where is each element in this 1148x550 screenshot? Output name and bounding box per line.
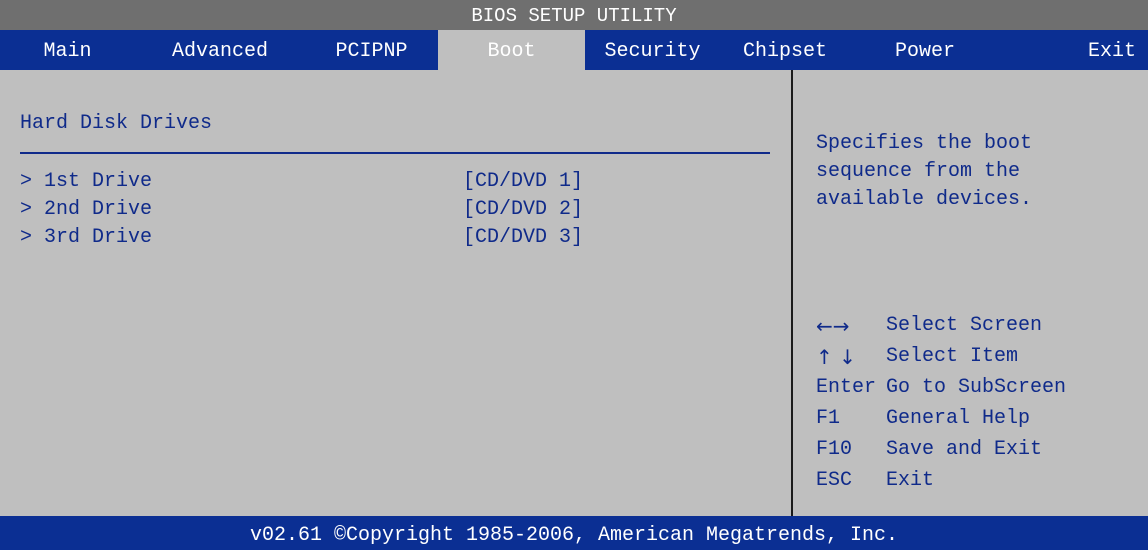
tab-pcipnp[interactable]: PCIPNP	[305, 30, 438, 70]
drive-row-3rd[interactable]: > 3rd Drive [CD/DVD 3]	[20, 226, 740, 254]
key-desc: Go to SubScreen	[886, 376, 1067, 399]
help-text: Specifies the boot sequence from the ava…	[816, 130, 1136, 214]
title-bar: BIOS SETUP UTILITY	[0, 0, 1148, 30]
section-title: Hard Disk Drives	[20, 112, 213, 135]
key-name: ESC	[816, 469, 853, 492]
tab-power[interactable]: Power	[850, 30, 1000, 70]
key-desc: General Help	[886, 407, 1031, 430]
settings-panel: Hard Disk Drives > 1st Drive [CD/DVD 1] …	[0, 70, 790, 516]
drive-label: > 1st Drive	[20, 170, 153, 193]
key-desc: Exit	[886, 469, 935, 492]
key-row-enter: Enter Go to SubScreen	[816, 376, 1146, 407]
tab-advanced[interactable]: Advanced	[135, 30, 305, 70]
tab-exit[interactable]: Exit	[1000, 30, 1148, 70]
panel-divider	[791, 70, 793, 516]
help-line: sequence from the	[816, 160, 1021, 183]
drive-label: > 2nd Drive	[20, 198, 153, 221]
drive-row-2nd[interactable]: > 2nd Drive [CD/DVD 2]	[20, 198, 740, 226]
tab-main[interactable]: Main	[0, 30, 135, 70]
key-name: Enter	[816, 376, 877, 399]
key-row-select-screen: ←→ Select Screen	[816, 314, 1146, 345]
section-divider	[20, 152, 770, 154]
copyright-footer: v02.61 ©Copyright 1985-2006, American Me…	[0, 516, 1148, 550]
tab-chipset[interactable]: Chipset	[720, 30, 850, 70]
key-row-f1: F1 General Help	[816, 407, 1146, 438]
drive-value: [CD/DVD 2]	[463, 198, 584, 221]
tab-security[interactable]: Security	[585, 30, 720, 70]
up-down-arrow-icon: ↑ ↓	[816, 345, 856, 369]
drive-label: > 3rd Drive	[20, 226, 153, 249]
menu-bar: Main Advanced PCIPNP Boot Security Chips…	[0, 30, 1148, 70]
key-desc: Save and Exit	[886, 438, 1043, 461]
key-name: F1	[816, 407, 841, 430]
tab-boot[interactable]: Boot	[438, 30, 585, 70]
key-legend: ←→ Select Screen ↑ ↓ Select Item Enter G…	[816, 314, 1146, 500]
help-line: Specifies the boot	[816, 132, 1033, 155]
key-desc: Select Item	[886, 345, 1019, 368]
drive-value: [CD/DVD 1]	[463, 170, 584, 193]
bios-setup-screen: BIOS SETUP UTILITY Main Advanced PCIPNP …	[0, 0, 1148, 550]
help-line: available devices.	[816, 188, 1033, 211]
key-row-f10: F10 Save and Exit	[816, 438, 1146, 469]
drive-row-1st[interactable]: > 1st Drive [CD/DVD 1]	[20, 170, 740, 198]
left-right-arrow-icon: ←→	[816, 314, 850, 338]
key-row-esc: ESC Exit	[816, 469, 1146, 500]
drive-value: [CD/DVD 3]	[463, 226, 584, 249]
key-desc: Select Screen	[886, 314, 1043, 337]
key-name: F10	[816, 438, 853, 461]
key-row-select-item: ↑ ↓ Select Item	[816, 345, 1146, 376]
